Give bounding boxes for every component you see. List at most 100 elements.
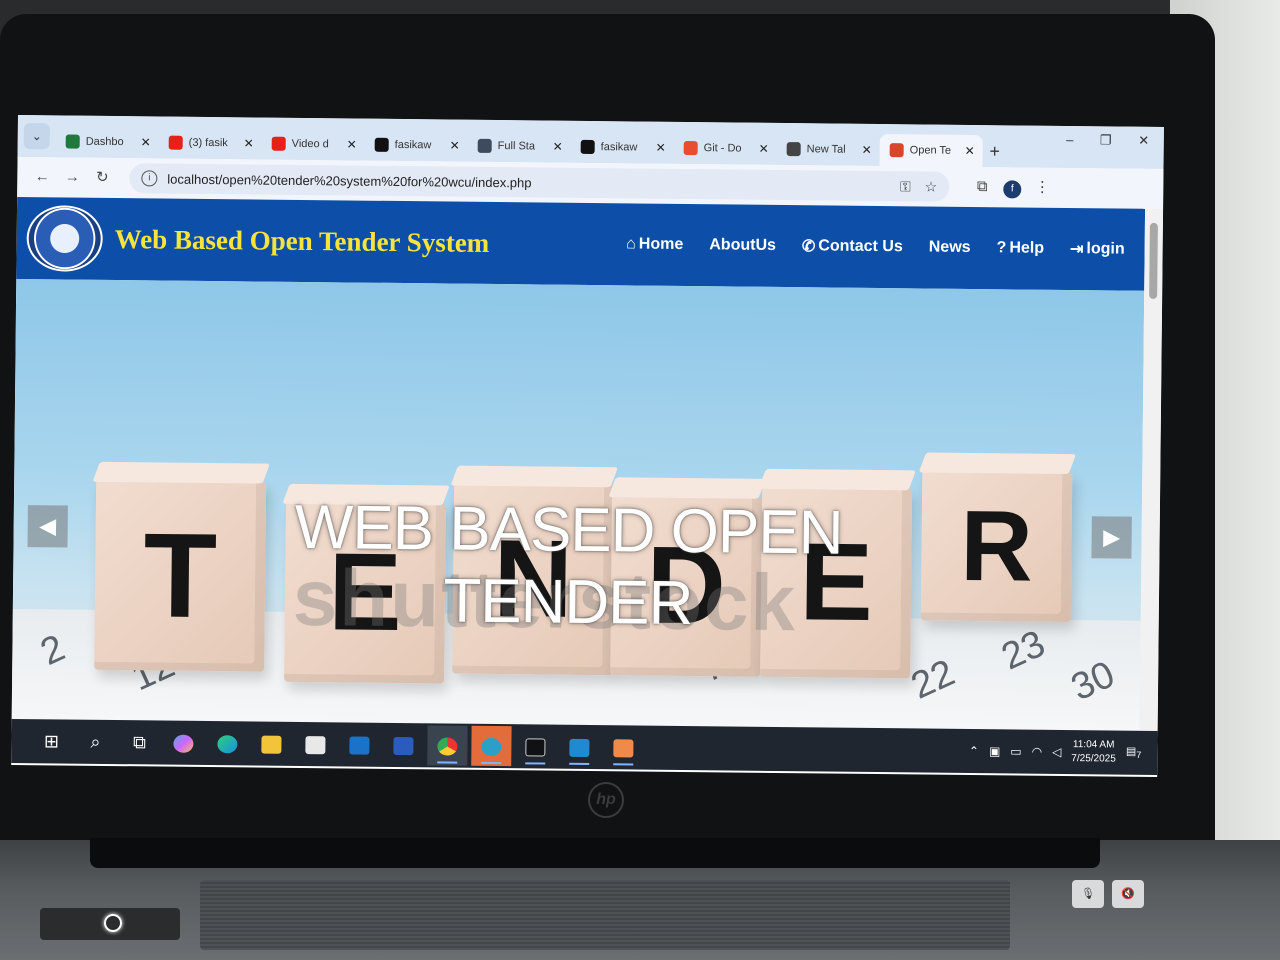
site-title: Web Based Open Tender System [114,223,490,258]
calendar-number: 2 [34,626,72,674]
mic-mute-key[interactable]: 🎙 [1072,880,1104,908]
hero-carousel: 2 12 7 15 22 23 30 TENDER shutterstock W… [11,278,1145,731]
nav-link-contact-us[interactable]: ✆ Contact Us [802,236,903,257]
close-window-button[interactable]: ✕ [1126,133,1162,149]
bookmark-star-icon[interactable]: ☆ [925,178,938,195]
password-key-icon[interactable]: ⚿ [900,178,911,195]
xampp-icon [889,143,904,158]
nav-label: Home [638,235,684,253]
close-tab-icon[interactable]: ✕ [860,143,874,157]
clock-date: 7/25/2025 [1071,753,1116,765]
notification-icon[interactable]: ▤7 [1126,745,1142,760]
address-bar[interactable]: i localhost/open%20tender%20system%20for… [129,163,950,202]
hp-logo: hp [588,782,624,818]
vscode-icon[interactable] [559,727,599,767]
back-button[interactable]: ← [27,162,57,192]
new-tab-button[interactable]: + [983,135,1007,167]
browser-tab[interactable]: Open Te ✕ [879,134,983,168]
file-explorer-icon[interactable] [251,723,291,763]
task-view-icon[interactable]: ⧉ [119,722,159,762]
nav-link-help[interactable]: ? Help [996,238,1044,258]
nav-label: Help [1009,239,1045,257]
outlook-icon[interactable] [339,724,379,764]
profile-button[interactable]: f [997,172,1027,202]
chevron-up-icon[interactable]: ⌃ [969,744,979,758]
nav-link-login[interactable]: ⇥ login [1070,239,1125,260]
camera-icon[interactable]: ▣ [989,744,1000,758]
volume-icon[interactable]: ◁ [1052,745,1061,759]
system-tray: ⌃ ▣ ▭ ◠ ◁ 11:04 AM 7/25/2025 ▤7 [969,737,1158,767]
nav-link-aboutus[interactable]: AboutUs [709,235,776,256]
nav-label: AboutUs [709,236,777,254]
close-tab-icon[interactable]: ✕ [551,140,565,154]
close-tab-icon[interactable]: ✕ [242,136,256,150]
clock-time: 11:04 AM [1072,739,1115,751]
university-logo [26,205,104,272]
help-icon: ? [996,239,1007,257]
browser-tab[interactable]: fasikaw ✕ [365,129,468,162]
power-icon [104,914,122,932]
scrollbar-thumb[interactable] [1149,222,1158,299]
power-button[interactable] [40,908,180,940]
app-icon[interactable] [471,725,512,767]
cube-letter: T [142,508,218,644]
chrome-icon [786,142,801,157]
tab-title: Video d [291,137,329,151]
close-tab-icon[interactable]: ✕ [654,141,668,155]
home-icon: ⌂ [626,235,636,253]
url-text[interactable]: localhost/open%20tender%20system%20for%2… [167,171,531,190]
hero-heading: WEB BASED OPEN TENDER [294,492,843,639]
restore-button[interactable]: ❐ [1088,132,1124,148]
extensions-icon[interactable]: ⧉ [967,172,997,202]
browser-menu-icon[interactable]: ⋮ [1027,173,1057,203]
site-info-icon[interactable]: i [141,170,158,187]
close-tab-icon[interactable]: ✕ [345,137,359,151]
chrome-icon[interactable] [427,725,468,766]
youtube-icon [168,135,183,150]
github-icon [374,137,389,152]
globe-icon [477,138,492,153]
terminal-icon[interactable] [515,726,555,766]
avatar: f [1003,180,1022,199]
tab-title: Git - Do [703,142,742,155]
browser-tab[interactable]: Full Sta ✕ [468,130,571,163]
calendar-number: 22 [905,651,961,708]
search-icon[interactable]: ⌕ [75,722,115,762]
browser-tab[interactable]: fasikaw ✕ [571,131,674,164]
browser-tab[interactable]: (3) fasik ✕ [159,126,262,159]
nav-link-home[interactable]: ⌂ Home [626,234,683,255]
notification-count: 7 [1136,750,1142,761]
word-icon[interactable] [383,725,423,765]
nav-label: Contact Us [818,237,903,256]
carousel-next-button[interactable]: ▶ [1091,516,1132,559]
copilot-icon[interactable] [163,723,203,763]
tab-title: Full Sta [497,140,536,153]
browser-tab[interactable]: Dashbo ✕ [56,125,159,158]
close-tab-icon[interactable]: ✕ [448,139,462,153]
close-tab-icon[interactable]: ✕ [139,135,153,149]
close-tab-icon[interactable]: ✕ [963,144,977,158]
calendar-number: 23 [995,622,1052,679]
browser-tab[interactable]: Git - Do ✕ [674,132,777,165]
store-icon[interactable] [295,724,335,764]
battery-icon[interactable]: ▭ [1010,744,1021,758]
browser-tab[interactable]: New Tal ✕ [777,133,880,166]
tab-search-button[interactable]: ⌄ [23,123,50,150]
site-navbar: Web Based Open Tender System ⌂ Home AboutU… [16,196,1146,291]
cube-letter: R [959,489,1034,603]
browser-tab[interactable]: Video d ✕ [262,128,365,161]
git-icon [683,140,698,156]
clock[interactable]: 11:04 AM 7/25/2025 [1071,738,1116,766]
wifi-icon[interactable]: ◠ [1032,745,1043,759]
volume-mute-key[interactable]: 🔇 [1112,880,1144,908]
reload-button[interactable]: ↻ [87,163,117,193]
close-tab-icon[interactable]: ✕ [757,142,771,156]
carousel-prev-button[interactable]: ◀ [27,505,68,548]
nav-link-news[interactable]: News [929,238,971,258]
edge-icon[interactable] [207,723,247,763]
youtube-icon [271,136,286,151]
start-button[interactable]: ⊞ [31,721,71,761]
xampp-icon[interactable] [603,727,643,767]
forward-button[interactable]: → [57,162,87,192]
minimize-button[interactable]: – [1052,132,1088,147]
